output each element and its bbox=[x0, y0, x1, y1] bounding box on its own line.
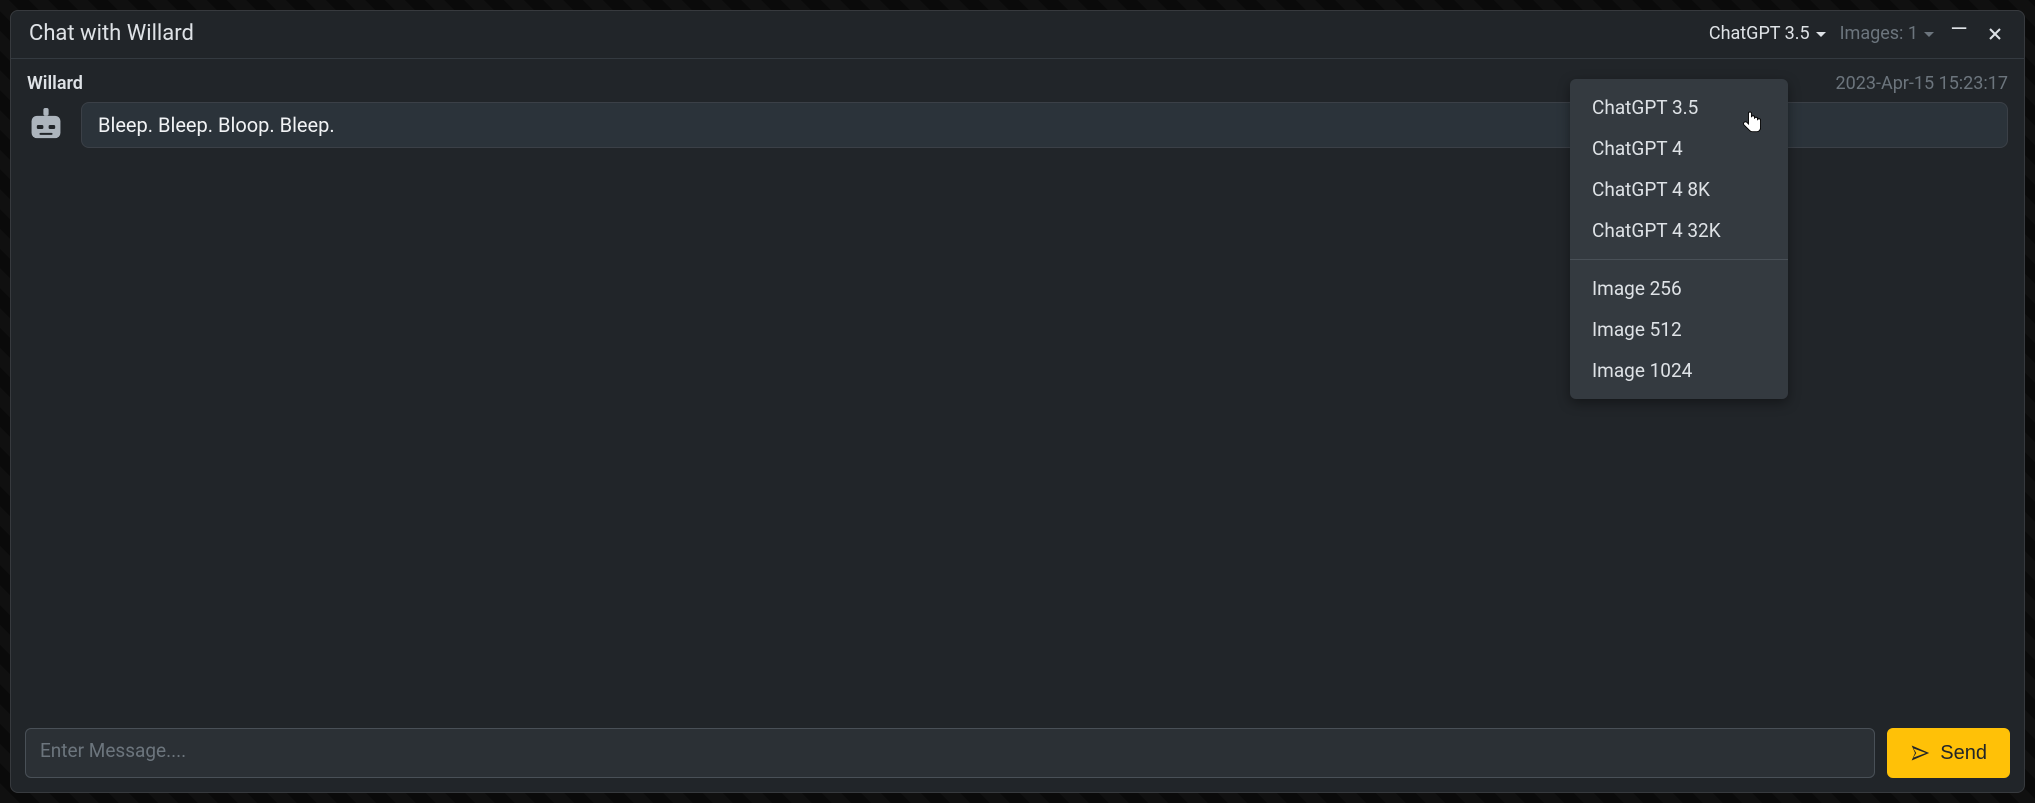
images-select-dropdown[interactable]: Images: 1 bbox=[1840, 23, 1934, 44]
chevron-down-icon bbox=[1816, 32, 1826, 37]
window-title: Chat with Willard bbox=[29, 21, 194, 46]
model-select-label: ChatGPT 3.5 bbox=[1709, 23, 1810, 44]
images-select-label: Images: 1 bbox=[1840, 23, 1918, 44]
dropdown-item[interactable]: Image 512 bbox=[1570, 309, 1788, 350]
chat-window: Chat with Willard ChatGPT 3.5 Images: 1 … bbox=[10, 10, 2025, 793]
close-icon bbox=[1987, 26, 2003, 42]
dropdown-item[interactable]: ChatGPT 3.5 bbox=[1570, 87, 1788, 128]
robot-avatar-icon bbox=[25, 104, 67, 146]
close-button[interactable] bbox=[1984, 26, 2006, 42]
send-button-label: Send bbox=[1940, 742, 1987, 765]
message-sender: Willard bbox=[27, 73, 83, 94]
message-timestamp: 2023-Apr-15 15:23:17 bbox=[1836, 73, 2008, 94]
dropdown-item[interactable]: Image 1024 bbox=[1570, 350, 1788, 391]
title-bar: Chat with Willard ChatGPT 3.5 Images: 1 … bbox=[11, 11, 2024, 59]
dropdown-item[interactable]: ChatGPT 4 8K bbox=[1570, 169, 1788, 210]
title-bar-controls: ChatGPT 3.5 Images: 1 — bbox=[1709, 23, 2006, 44]
chevron-down-icon bbox=[1924, 32, 1934, 37]
send-button[interactable]: Send bbox=[1887, 728, 2010, 778]
model-dropdown-menu: ChatGPT 3.5 ChatGPT 4 ChatGPT 4 8K ChatG… bbox=[1570, 79, 1788, 399]
dropdown-item[interactable]: Image 256 bbox=[1570, 268, 1788, 309]
model-select-dropdown[interactable]: ChatGPT 3.5 bbox=[1709, 23, 1826, 44]
composer: Send bbox=[11, 714, 2024, 792]
dropdown-item[interactable]: ChatGPT 4 bbox=[1570, 128, 1788, 169]
message-input[interactable] bbox=[25, 728, 1875, 778]
dropdown-item[interactable]: ChatGPT 4 32K bbox=[1570, 210, 1788, 251]
dropdown-divider bbox=[1570, 259, 1788, 260]
paper-plane-icon bbox=[1910, 743, 1930, 763]
